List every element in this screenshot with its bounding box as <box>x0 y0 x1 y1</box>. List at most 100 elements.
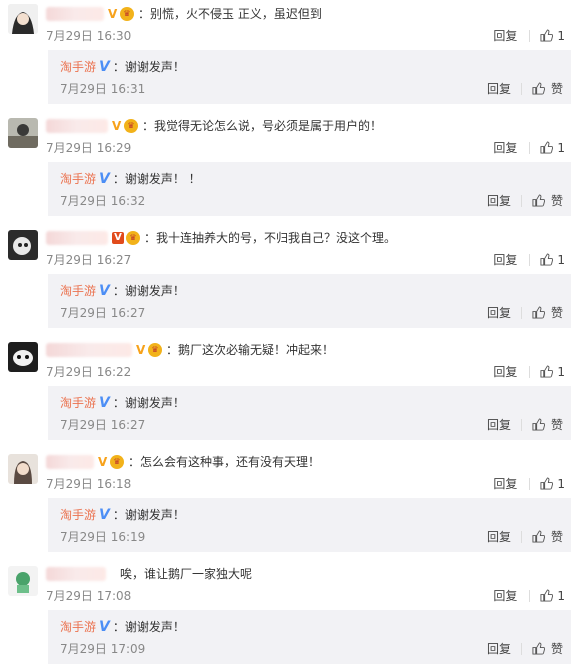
divider <box>520 82 522 95</box>
comment-text: ：我觉得无论怎么说，号必须是属于用户的！ <box>142 119 383 133</box>
reply-box: 淘手游 V ：谢谢发声！ 7月29日 16:19 回复 赞 <box>48 498 571 552</box>
reply-time: 7月29日 16:32 <box>60 194 146 208</box>
username[interactable] <box>46 118 108 133</box>
like-count: 1 <box>557 588 565 603</box>
verified-blue-icon: V <box>99 618 110 635</box>
divider <box>529 141 531 154</box>
comment-actions: 回复 1 <box>493 587 565 604</box>
thumbs-up-icon[interactable] <box>540 29 554 42</box>
reply-button[interactable]: 回复 <box>487 304 511 321</box>
like-label[interactable]: 赞 <box>551 80 563 97</box>
divider <box>529 477 531 490</box>
verified-icon: V <box>112 118 122 133</box>
thumbs-up-icon[interactable] <box>532 306 545 319</box>
replier-name[interactable]: 淘手游 <box>60 506 96 523</box>
avatar-image <box>8 342 38 372</box>
reply-line: 淘手游 V ：谢谢发声！ ！ <box>60 170 201 187</box>
reply-time: 7月29日 17:09 <box>60 642 146 656</box>
reply-button[interactable]: 回复 <box>493 251 517 268</box>
member-crown-icon: ♛ <box>148 342 162 357</box>
thumbs-up-icon[interactable] <box>532 530 545 543</box>
comment-time: 7月29日 16:30 <box>46 29 132 43</box>
avatar-image <box>8 118 38 148</box>
comment-time: 7月29日 16:27 <box>46 253 132 267</box>
avatar[interactable] <box>8 454 38 484</box>
comment-line: V ♛ ：鹅厂这次必输无疑！冲起来！ <box>46 341 334 358</box>
avatar-image <box>8 230 38 260</box>
like-count: 1 <box>557 28 565 43</box>
comment-thread: V ♛ ：别慌，火不侵玉 正义，虽迟但到 7月29日 16:30 回复 1 淘手… <box>0 0 579 110</box>
replier-name[interactable]: 淘手游 <box>60 170 96 187</box>
replier-name[interactable]: 淘手游 <box>60 58 96 75</box>
reply-button[interactable]: 回复 <box>493 475 517 492</box>
like-count: 1 <box>557 476 565 491</box>
reply-text: ：谢谢发声！ ！ <box>112 172 201 186</box>
comment-line: V ♛ ：怎么会有这种事，还有没有天理！ <box>46 453 320 470</box>
like-label[interactable]: 赞 <box>551 192 563 209</box>
reply-box: 淘手游 V ：谢谢发声！ 7月29日 16:27 回复 赞 <box>48 386 571 440</box>
replier-name[interactable]: 淘手游 <box>60 394 96 411</box>
username[interactable] <box>46 342 132 357</box>
thumbs-up-icon[interactable] <box>532 642 545 655</box>
thumbs-up-icon[interactable] <box>540 589 554 602</box>
reply-line: 淘手游 V ：谢谢发声！ <box>60 394 185 411</box>
thumbs-up-icon[interactable] <box>540 141 554 154</box>
reply-button[interactable]: 回复 <box>493 587 517 604</box>
thumbs-up-icon[interactable] <box>532 82 545 95</box>
reply-button[interactable]: 回复 <box>493 363 517 380</box>
like-label[interactable]: 赞 <box>551 304 563 321</box>
divider <box>529 253 531 266</box>
reply-box: 淘手游 V ：谢谢发声！ 7月29日 16:31 回复 赞 <box>48 50 571 104</box>
member-crown-icon: ♛ <box>126 230 140 245</box>
avatar[interactable] <box>8 342 38 372</box>
username[interactable] <box>46 454 94 469</box>
reply-text: ：谢谢发声！ <box>112 396 185 410</box>
username[interactable] <box>46 566 106 581</box>
comment-time: 7月29日 17:08 <box>46 589 132 603</box>
thumbs-up-icon[interactable] <box>540 365 554 378</box>
reply-button[interactable]: 回复 <box>493 139 517 156</box>
avatar-image <box>8 4 38 34</box>
replier-name[interactable]: 淘手游 <box>60 618 96 635</box>
username[interactable] <box>46 6 104 21</box>
thumbs-up-icon[interactable] <box>532 418 545 431</box>
thumbs-up-icon[interactable] <box>540 477 554 490</box>
reply-button[interactable]: 回复 <box>487 528 511 545</box>
reply-button[interactable]: 回复 <box>487 192 511 209</box>
like-label[interactable]: 赞 <box>551 640 563 657</box>
like-count: 1 <box>557 364 565 379</box>
replier-name[interactable]: 淘手游 <box>60 282 96 299</box>
thumbs-up-icon[interactable] <box>540 253 554 266</box>
reply-line: 淘手游 V ：谢谢发声！ <box>60 618 185 635</box>
comment-text: ：别慌，火不侵玉 正义，虽迟但到 <box>138 7 322 21</box>
verified-blue-icon: V <box>99 394 110 411</box>
like-label[interactable]: 赞 <box>551 416 563 433</box>
reply-button[interactable]: 回复 <box>487 640 511 657</box>
reply-time: 7月29日 16:19 <box>60 530 146 544</box>
reply-actions: 回复 赞 <box>487 640 563 657</box>
reply-button[interactable]: 回复 <box>487 80 511 97</box>
member-crown-icon: ♛ <box>120 6 134 21</box>
verified-blue-icon: V <box>99 282 110 299</box>
reply-time: 7月29日 16:27 <box>60 418 146 432</box>
avatar[interactable] <box>8 566 38 596</box>
verified-icon: V <box>98 454 108 469</box>
comment-text: 唉，谁让鹅厂一家独大呢 <box>120 567 253 581</box>
username[interactable] <box>46 230 108 245</box>
comment-text: ：鹅厂这次必输无疑！冲起来！ <box>166 343 335 357</box>
comment-thread: V ♛ ：怎么会有这种事，还有没有天理！ 7月29日 16:18 回复 1 淘手… <box>0 448 579 558</box>
avatar[interactable] <box>8 118 38 148</box>
comment-line: V ♛ ：我十连抽养大的号，不归我自己？没这个理。 <box>46 229 396 246</box>
like-label[interactable]: 赞 <box>551 528 563 545</box>
reply-actions: 回复 赞 <box>487 304 563 321</box>
reply-line: 淘手游 V ：谢谢发声！ <box>60 58 185 75</box>
avatar[interactable] <box>8 4 38 34</box>
thumbs-up-icon[interactable] <box>532 194 545 207</box>
reply-button[interactable]: 回复 <box>487 416 511 433</box>
reply-button[interactable]: 回复 <box>493 27 517 44</box>
verified-icon: V <box>112 231 124 244</box>
reply-text: ：谢谢发声！ <box>112 508 185 522</box>
avatar[interactable] <box>8 230 38 260</box>
reply-time: 7月29日 16:27 <box>60 306 146 320</box>
member-crown-icon: ♛ <box>110 454 124 469</box>
